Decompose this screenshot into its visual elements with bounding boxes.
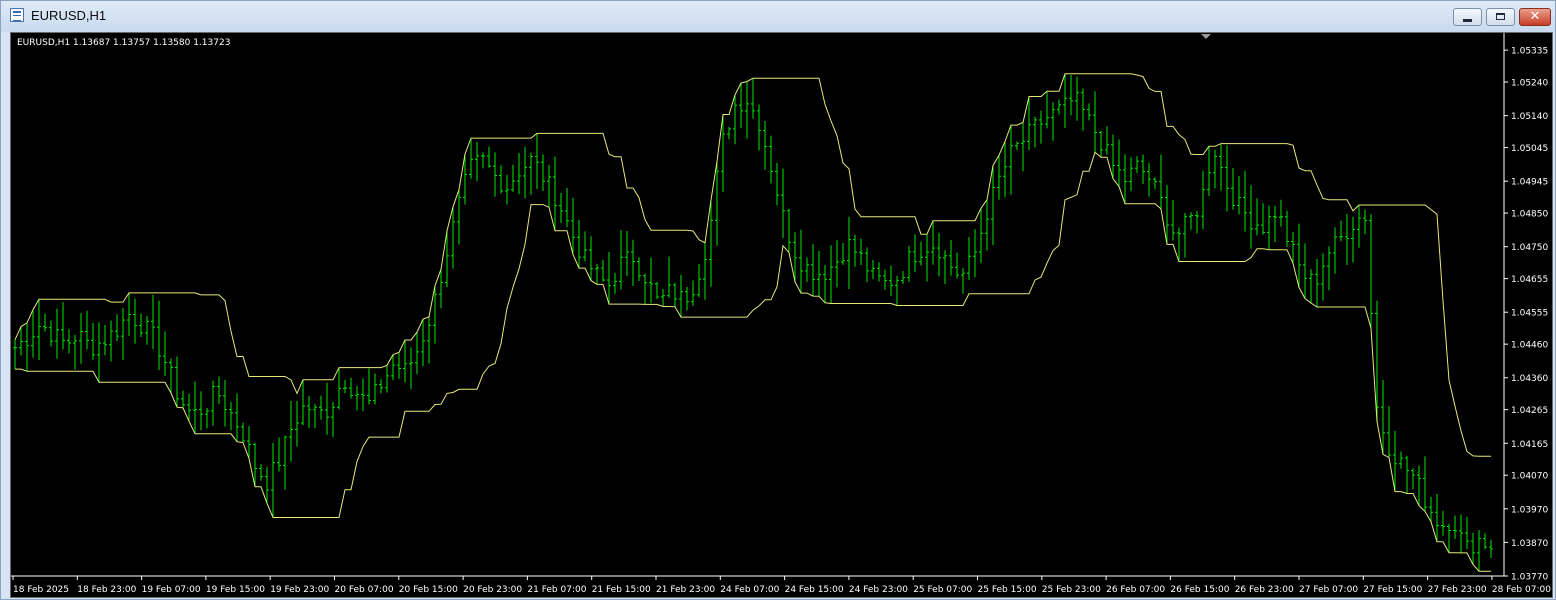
minimize-button[interactable] [1453,8,1482,26]
price-tick-label: 1.04070 [1511,472,1548,482]
price-tick-label: 1.03770 [1511,573,1548,583]
time-tick-label: 25 Feb 23:00 [1042,585,1101,595]
maximize-icon [1496,13,1505,20]
time-tick-label: 27 Feb 07:00 [1299,585,1358,595]
price-chart[interactable]: 1.05335 1.05240 1.05140 1.05045 1.04945 1.048… [11,33,1552,597]
window-title: EURUSD,H1 [31,8,107,23]
time-tick-label: 24 Feb 23:00 [849,585,908,595]
time-tick-label: 28 Feb 07:00 [1492,585,1551,595]
time-tick-label: 26 Feb 23:00 [1235,585,1294,595]
price-tick-label: 1.04165 [1511,440,1548,450]
time-tick-label: 20 Feb 07:00 [335,585,394,595]
time-tick-label: 25 Feb 15:00 [978,585,1037,595]
price-tick-label: 1.03970 [1511,505,1548,515]
price-tick-label: 1.04555 [1511,309,1548,319]
close-icon: ✕ [1529,9,1541,24]
time-tick-label: 27 Feb 15:00 [1363,585,1422,595]
time-tick-label: 20 Feb 23:00 [463,585,522,595]
price-tick-label: 1.05240 [1511,79,1548,89]
price-tick-label: 1.04945 [1511,178,1548,188]
price-tick-label: 1.05140 [1511,112,1548,122]
chart-area[interactable]: 1.05335 1.05240 1.05140 1.05045 1.04945 1.048… [10,32,1553,598]
time-tick-label: 26 Feb 15:00 [1170,585,1229,595]
title-bar[interactable]: EURUSD,H1 ✕ [1,1,1555,32]
time-tick-label: 19 Feb 07:00 [142,585,201,595]
time-tick-label: 19 Feb 15:00 [206,585,265,595]
price-tick-label: 1.04460 [1511,341,1548,351]
time-tick-label: 18 Feb 2025 [13,585,69,595]
chart-shift-marker-icon [1201,34,1211,39]
channel-upper-line [14,73,1491,457]
time-tick-label: 20 Feb 15:00 [399,585,458,595]
chart-info-label: EURUSD,H1 1.13687 1.13757 1.13580 1.1372… [17,38,230,48]
chart-window: EURUSD,H1 ✕ 1.05335 1.05240 1.05140 1.05045… [0,0,1556,600]
maximize-button[interactable] [1486,8,1515,26]
time-tick-label: 24 Feb 15:00 [785,585,844,595]
price-tick-label: 1.03870 [1511,539,1548,549]
price-tick-label: 1.04850 [1511,210,1548,220]
price-tick-label: 1.04655 [1511,275,1548,285]
time-tick-label: 24 Feb 07:00 [720,585,779,595]
price-tick-label: 1.04265 [1511,406,1548,416]
time-tick-label: 25 Feb 07:00 [913,585,972,595]
chart-window-icon [10,8,24,22]
close-button[interactable]: ✕ [1519,8,1551,26]
minimize-icon [1463,19,1472,22]
time-tick-label: 18 Feb 23:00 [77,585,136,595]
price-tick-label: 1.05335 [1511,47,1548,57]
price-tick-label: 1.04750 [1511,243,1548,253]
price-tick-label: 1.04360 [1511,374,1548,384]
time-tick-label: 19 Feb 23:00 [270,585,329,595]
channel-lower-line [15,151,1491,572]
time-tick-label: 21 Feb 23:00 [656,585,715,595]
time-tick-label: 26 Feb 07:00 [1106,585,1165,595]
price-tick-label: 1.05045 [1511,144,1548,154]
time-tick-label: 27 Feb 23:00 [1428,585,1487,595]
time-tick-label: 21 Feb 15:00 [592,585,651,595]
time-tick-label: 21 Feb 07:00 [527,585,586,595]
